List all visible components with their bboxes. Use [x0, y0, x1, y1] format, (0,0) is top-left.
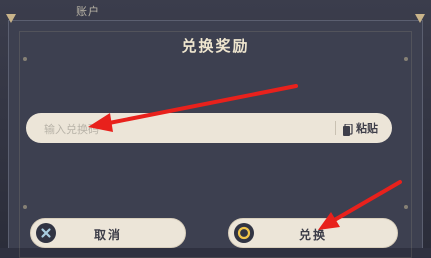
field-divider — [335, 121, 336, 135]
corner-ornament-icon — [415, 14, 425, 23]
cancel-label: 取消 — [93, 228, 122, 242]
account-label: 账户 — [76, 5, 100, 18]
paste-icon — [342, 122, 353, 136]
confirm-redeem-button[interactable]: 兑换 — [228, 218, 398, 248]
redeem-code-input[interactable] — [42, 118, 326, 140]
frame-dot-icon — [404, 57, 408, 61]
dialog-title: 兑换奖励 — [181, 37, 250, 55]
cancel-button[interactable]: 取消 — [30, 218, 186, 248]
frame-dot-icon — [23, 205, 27, 209]
corner-ornament-icon — [6, 14, 16, 23]
confirm-label: 兑换 — [298, 228, 327, 242]
redeem-code-field: 粘贴 — [26, 113, 392, 143]
frame-dot-icon — [23, 57, 27, 61]
frame-dot-icon — [404, 205, 408, 209]
paste-label: 粘贴 — [356, 122, 378, 135]
paste-button[interactable]: 粘贴 — [342, 113, 388, 143]
